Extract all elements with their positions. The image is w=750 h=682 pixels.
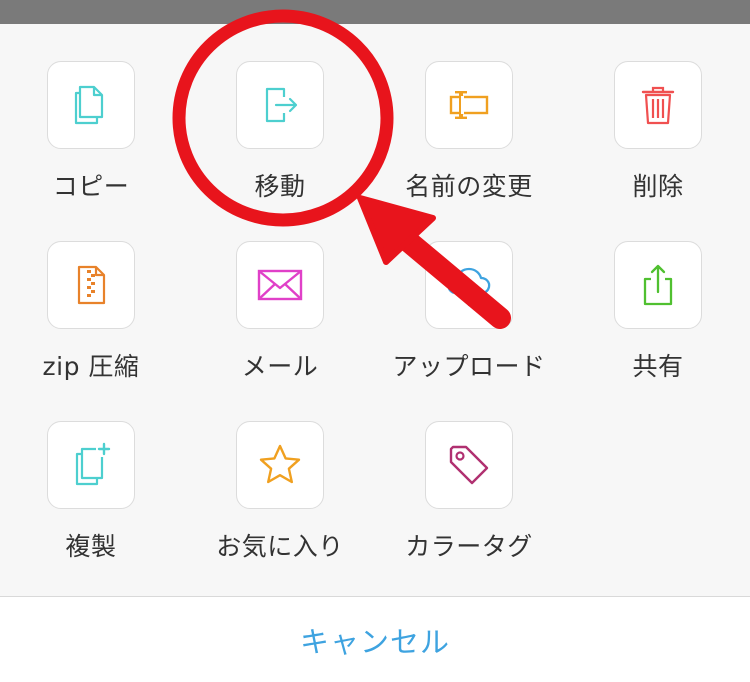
- mail-tile[interactable]: [236, 241, 324, 329]
- color-tag-label: カラータグ: [405, 532, 533, 561]
- share-tile[interactable]: [614, 241, 702, 329]
- trash-icon: [641, 86, 675, 125]
- star-icon: [259, 444, 301, 484]
- upload-tile[interactable]: [425, 241, 513, 329]
- duplicate-icon: [75, 442, 111, 486]
- move-icon: [265, 87, 298, 123]
- rename-tile[interactable]: [425, 61, 513, 149]
- copy-icon: [74, 85, 104, 125]
- cancel-bar: キャンセル: [0, 596, 750, 682]
- color-tag-tile[interactable]: [425, 421, 513, 509]
- copy-label: コピー: [52, 172, 130, 201]
- action-zip[interactable]: zip 圧縮: [6, 241, 176, 391]
- action-duplicate[interactable]: 複製: [6, 421, 176, 571]
- share-icon: [643, 264, 673, 306]
- share-label: 共有: [632, 352, 684, 381]
- favorite-tile[interactable]: [236, 421, 324, 509]
- action-delete[interactable]: 削除: [573, 61, 743, 211]
- move-label: 移動: [254, 172, 306, 201]
- zip-tile[interactable]: [47, 241, 135, 329]
- action-move[interactable]: 移動: [195, 61, 365, 211]
- delete-tile[interactable]: [614, 61, 702, 149]
- mail-icon: [257, 269, 303, 301]
- zip-file-icon: [77, 265, 106, 305]
- action-favorite[interactable]: お気に入り: [195, 421, 365, 571]
- action-sheet-screen: コピー 移動 名前の変更 削除 zip 圧縮 メール アップロード 共有 複製 …: [0, 0, 750, 682]
- copy-tile[interactable]: [47, 61, 135, 149]
- upload-label: アップロード: [392, 352, 546, 381]
- action-sheet: コピー 移動 名前の変更 削除 zip 圧縮 メール アップロード 共有 複製 …: [0, 24, 750, 596]
- dimmed-background[interactable]: [0, 0, 750, 24]
- action-mail[interactable]: メール: [195, 241, 365, 391]
- action-upload[interactable]: アップロード: [384, 241, 554, 391]
- duplicate-label: 複製: [65, 532, 117, 561]
- rename-label: 名前の変更: [405, 172, 533, 201]
- action-copy[interactable]: コピー: [6, 61, 176, 211]
- action-rename[interactable]: 名前の変更: [384, 61, 554, 211]
- tag-icon: [449, 445, 489, 485]
- cloud-upload-icon: [447, 267, 491, 307]
- cancel-button[interactable]: キャンセル: [300, 619, 450, 661]
- action-color-tag[interactable]: カラータグ: [384, 421, 554, 571]
- move-tile[interactable]: [236, 61, 324, 149]
- favorite-label: お気に入り: [216, 532, 344, 561]
- delete-label: 削除: [632, 172, 684, 201]
- zip-label: zip 圧縮: [42, 352, 140, 381]
- duplicate-tile[interactable]: [47, 421, 135, 509]
- rename-icon: [449, 91, 489, 119]
- mail-label: メール: [241, 352, 319, 381]
- action-share[interactable]: 共有: [573, 241, 743, 391]
